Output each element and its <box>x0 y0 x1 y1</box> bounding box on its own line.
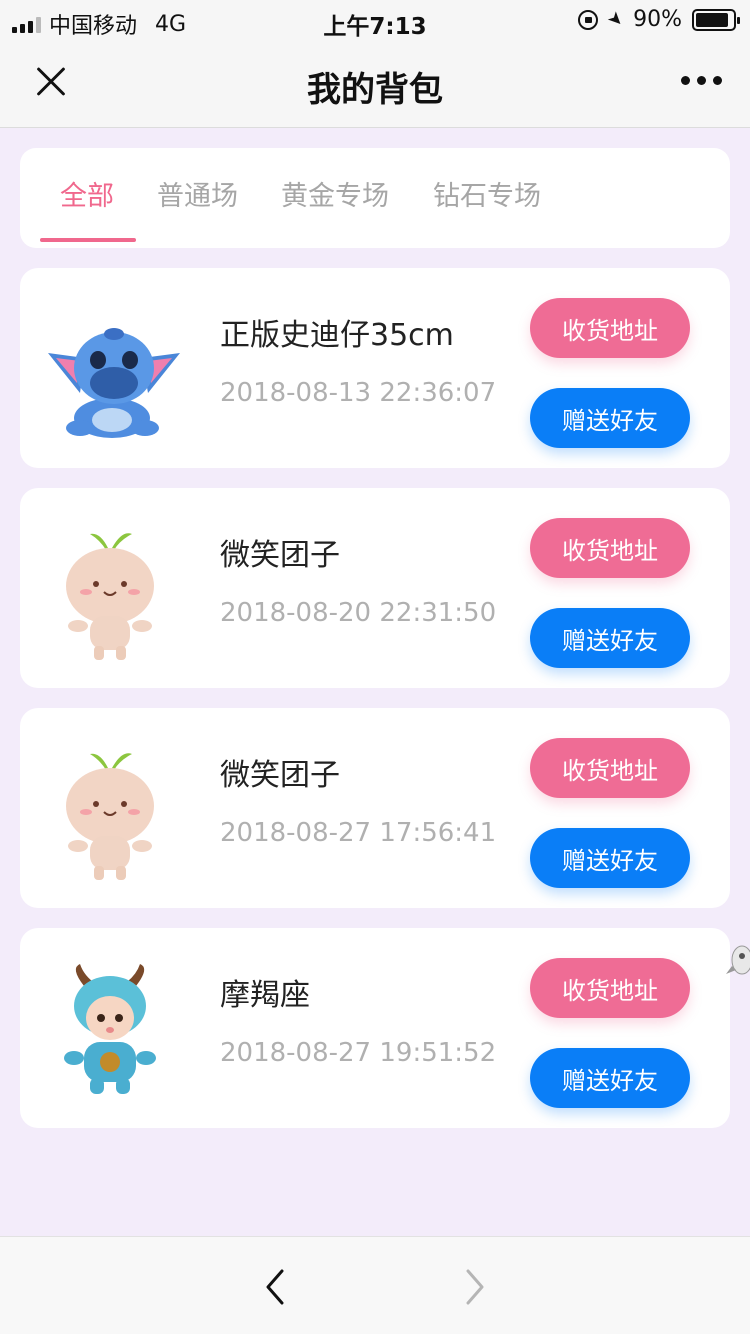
chevron-left-icon[interactable] <box>258 1267 294 1307</box>
gift-friend-button[interactable]: 赠送好友 <box>530 1048 690 1108</box>
list-item: 摩羯座 2018-08-27 19:51:52 收货地址 赠送好友 <box>20 928 730 1128</box>
smile-dumpling-plush-image <box>66 533 154 660</box>
bottom-toolbar <box>0 1236 750 1334</box>
tab-gold[interactable]: 黄金专场 <box>281 174 389 213</box>
status-right: ➤ 90% <box>578 6 740 33</box>
item-name: 微笑团子 <box>220 538 340 573</box>
battery-percent: 90% <box>633 7 682 32</box>
status-bar: 中国移动 4G 上午7:13 ➤ 90% <box>0 0 750 40</box>
item-name: 微笑团子 <box>220 758 340 793</box>
list-item: 正版史迪仔35cm 2018-08-13 22:36:07 收货地址 赠送好友 <box>20 268 730 468</box>
shipping-address-button[interactable]: 收货地址 <box>530 958 690 1018</box>
chevron-right-icon[interactable] <box>456 1267 492 1307</box>
shipping-address-button[interactable]: 收货地址 <box>530 298 690 358</box>
location-icon: ➤ <box>602 6 629 33</box>
list-item: 微笑团子 2018-08-20 22:31:50 收货地址 赠送好友 <box>20 488 730 688</box>
shipping-address-button[interactable]: 收货地址 <box>530 738 690 798</box>
list-item: 微笑团子 2018-08-27 17:56:41 收货地址 赠送好友 <box>20 708 730 908</box>
stitch-plush-image <box>48 328 180 438</box>
more-icon[interactable] <box>681 76 722 85</box>
tab-all[interactable]: 全部 <box>60 174 114 213</box>
tabs-card: 全部 普通场 黄金专场 钻石专场 <box>20 148 730 248</box>
gift-friend-button[interactable]: 赠送好友 <box>530 388 690 448</box>
nav-bar: 我的背包 <box>0 40 750 128</box>
item-date: 2018-08-27 17:56:41 <box>220 818 497 848</box>
item-name: 摩羯座 <box>220 978 310 1013</box>
tab-diamond[interactable]: 钻石专场 <box>433 174 541 213</box>
item-name: 正版史迪仔35cm <box>220 318 454 353</box>
rotation-lock-icon <box>578 9 598 30</box>
battery-fill <box>696 12 729 27</box>
item-date: 2018-08-27 19:51:52 <box>220 1038 497 1068</box>
item-date: 2018-08-13 22:36:07 <box>220 378 497 408</box>
gift-friend-button[interactable]: 赠送好友 <box>530 608 690 668</box>
page-title: 我的背包 <box>307 70 443 110</box>
smile-dumpling-plush-image <box>66 753 154 880</box>
capricorn-doll-image <box>64 964 156 1094</box>
gift-friend-button[interactable]: 赠送好友 <box>530 828 690 888</box>
active-tab-indicator <box>40 238 136 242</box>
rocket-icon[interactable] <box>724 940 750 980</box>
battery-icon <box>692 8 740 31</box>
tab-normal[interactable]: 普通场 <box>157 174 238 213</box>
item-date: 2018-08-20 22:31:50 <box>220 598 497 628</box>
shipping-address-button[interactable]: 收货地址 <box>530 518 690 578</box>
